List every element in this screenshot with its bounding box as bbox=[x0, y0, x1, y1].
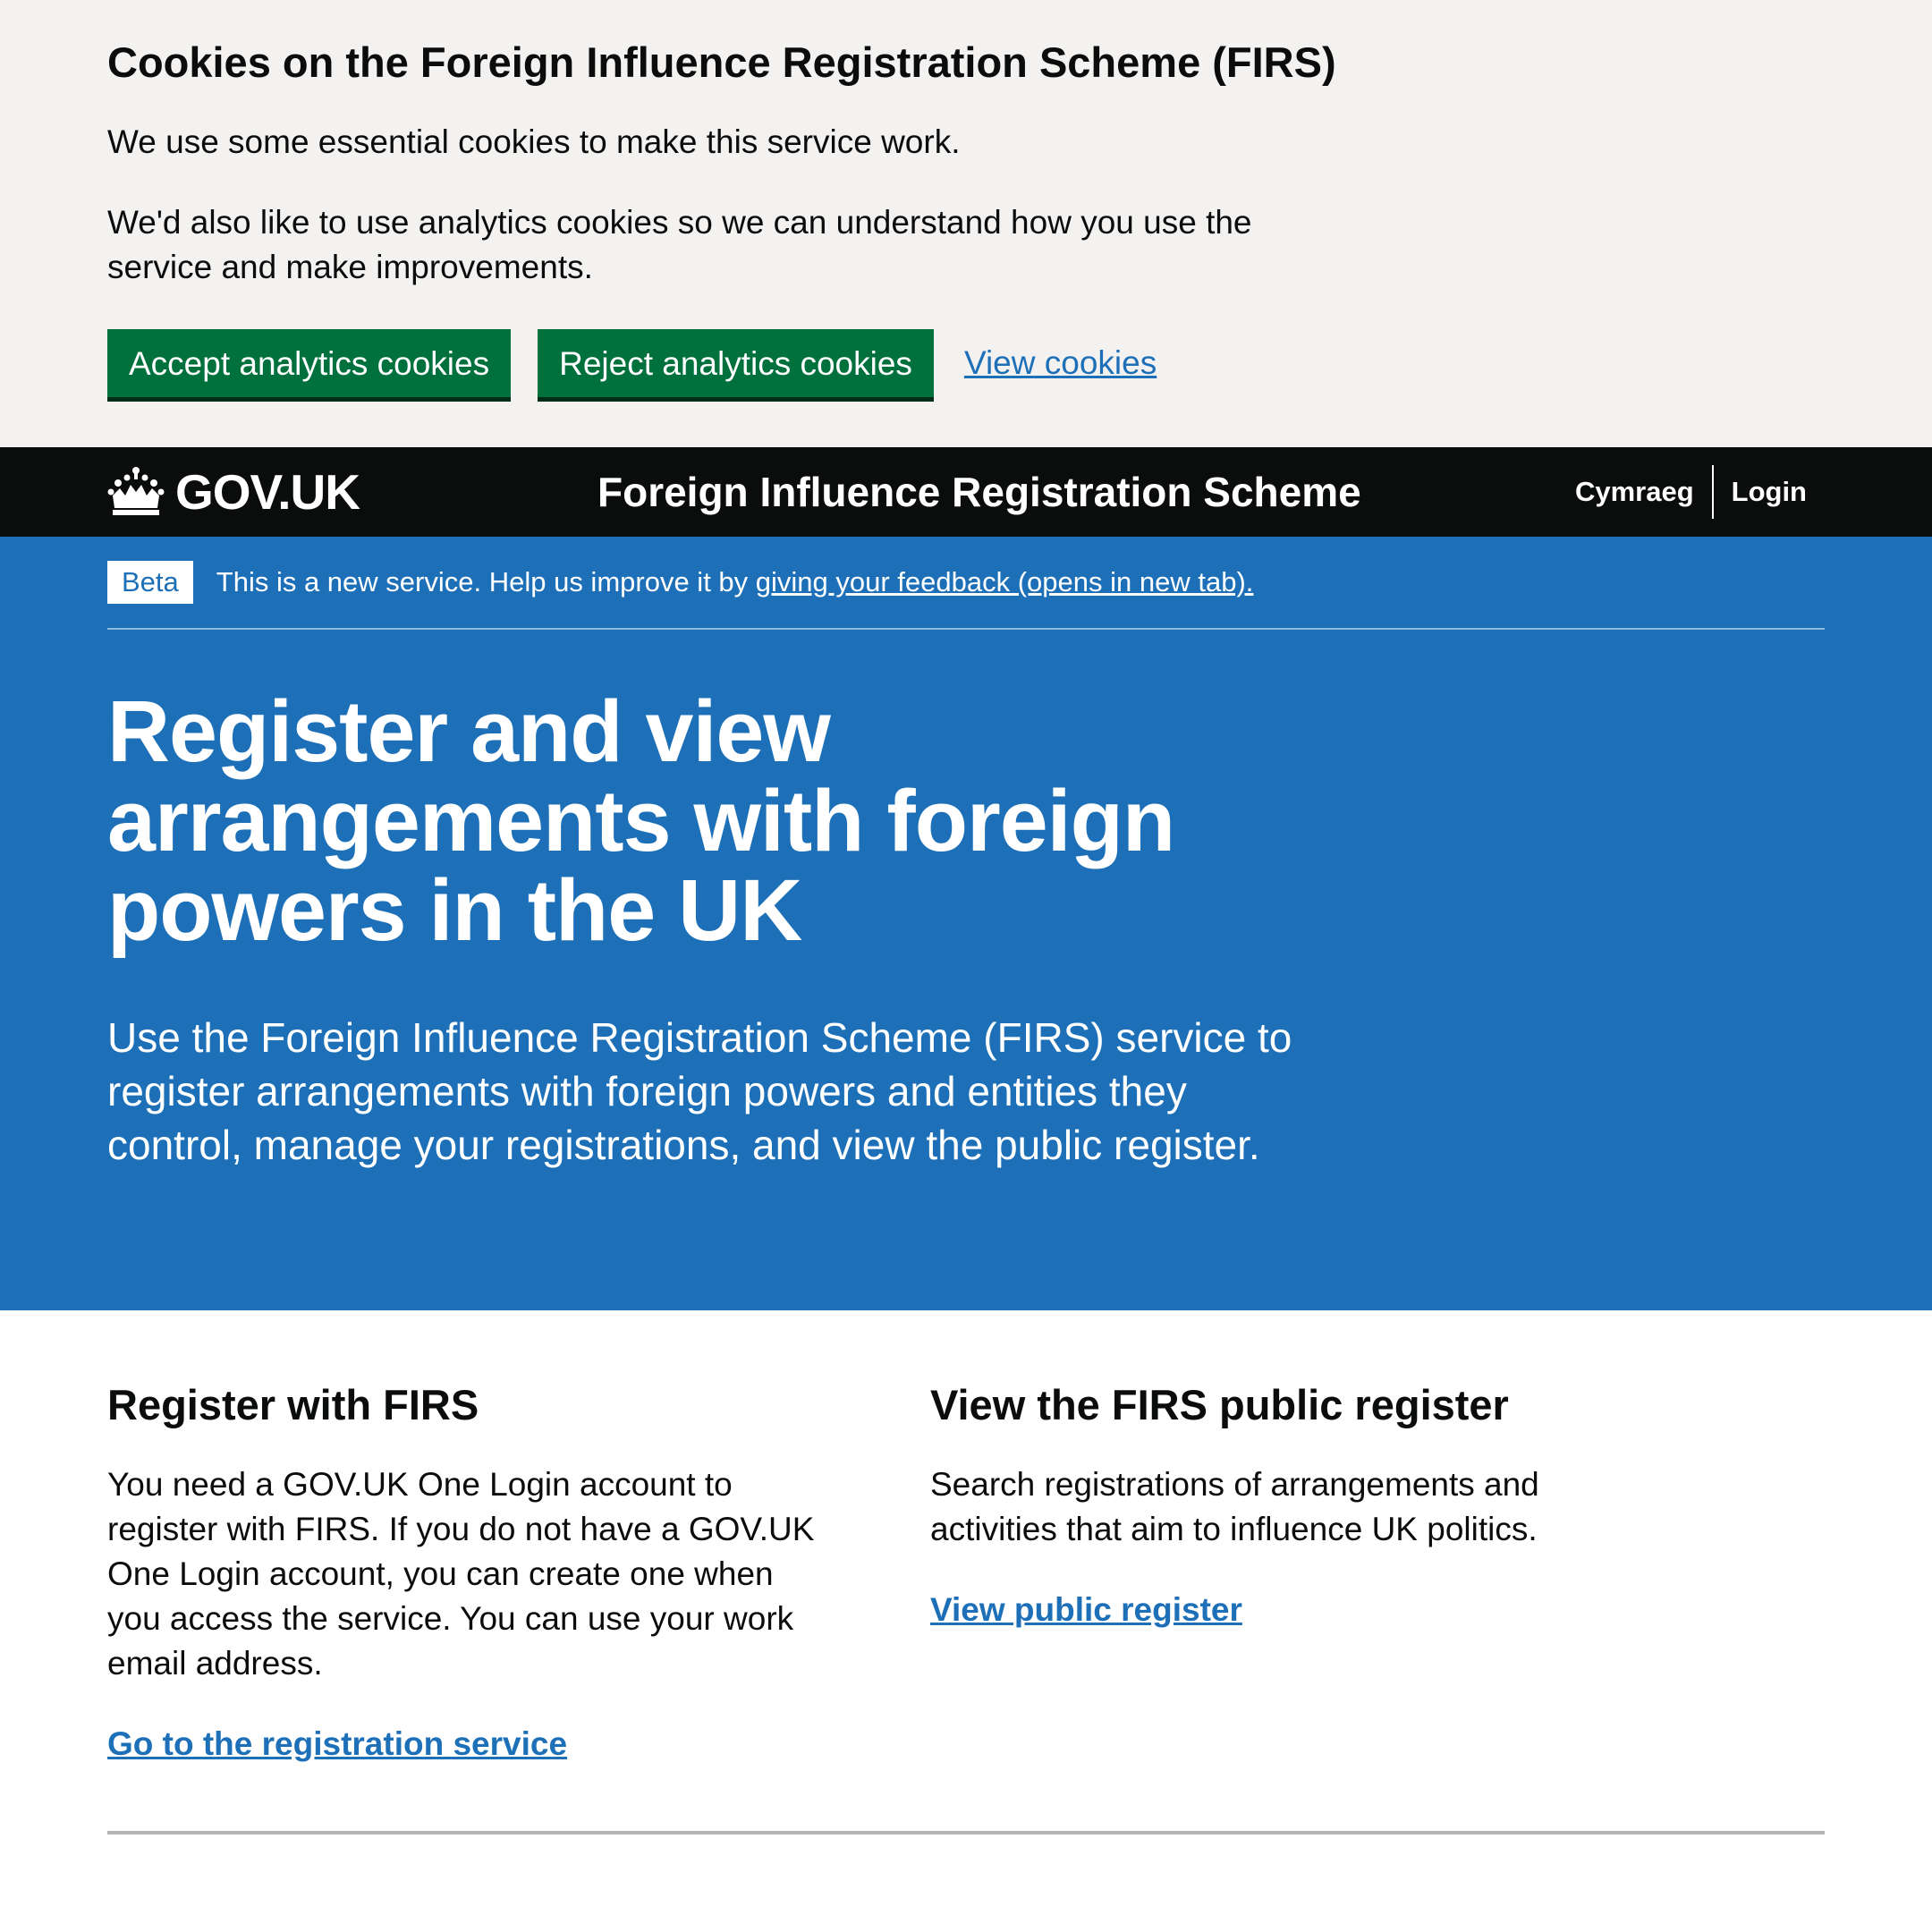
page-title: Register and view arrangements with fore… bbox=[107, 682, 1175, 959]
phase-banner-text: This is a new service. Help us improve i… bbox=[216, 566, 1254, 598]
cookie-banner-title: Cookies on the Foreign Influence Registr… bbox=[107, 38, 1336, 86]
go-to-registration-link[interactable]: Go to the registration service bbox=[107, 1725, 567, 1763]
feedback-link[interactable]: giving your feedback (opens in new tab). bbox=[756, 566, 1254, 597]
govuk-logo-link[interactable]: GOV.UK bbox=[107, 463, 360, 521]
register-body: You need a GOV.UK One Login account to r… bbox=[107, 1466, 815, 1682]
govuk-header: GOV.UK Foreign Influence Registration Sc… bbox=[0, 447, 1932, 537]
cookie-essential-text: We use some essential cookies to make th… bbox=[107, 123, 961, 160]
hero-section: Beta This is a new service. Help us impr… bbox=[0, 537, 1932, 1310]
register-column: Register with FIRS You need a GOV.UK One… bbox=[107, 1380, 930, 1763]
public-register-body: Search registrations of arrangements and… bbox=[930, 1466, 1539, 1547]
register-heading: Register with FIRS bbox=[107, 1381, 479, 1428]
service-name-link[interactable]: Foreign Influence Registration Scheme bbox=[597, 468, 1361, 516]
view-cookies-link[interactable]: View cookies bbox=[964, 344, 1157, 382]
govuk-logo-text: GOV.UK bbox=[175, 464, 360, 520]
beta-tag: Beta bbox=[107, 561, 193, 604]
header-nav: Cymraeg Login bbox=[1575, 465, 1807, 519]
view-public-register-link[interactable]: View public register bbox=[930, 1591, 1242, 1629]
phase-banner-message: This is a new service. Help us improve i… bbox=[216, 566, 756, 597]
main-content: Register with FIRS You need a GOV.UK One… bbox=[0, 1380, 1932, 1763]
language-toggle-link[interactable]: Cymraeg bbox=[1575, 476, 1694, 508]
public-register-column: View the FIRS public register Search reg… bbox=[930, 1380, 1646, 1763]
cookie-analytics-text: We'd also like to use analytics cookies … bbox=[107, 204, 1252, 285]
crown-icon bbox=[107, 467, 165, 515]
hero-lead-paragraph: Use the Foreign Influence Registration S… bbox=[107, 1014, 1292, 1168]
accept-analytics-cookies-button[interactable]: Accept analytics cookies bbox=[107, 329, 512, 397]
phase-banner: Beta This is a new service. Help us impr… bbox=[107, 537, 1825, 630]
cookie-banner: Cookies on the Foreign Influence Registr… bbox=[0, 0, 1932, 447]
nav-divider bbox=[1711, 465, 1714, 519]
public-register-heading: View the FIRS public register bbox=[930, 1381, 1509, 1428]
section-divider bbox=[107, 1831, 1825, 1835]
login-link[interactable]: Login bbox=[1732, 476, 1807, 508]
reject-analytics-cookies-button[interactable]: Reject analytics cookies bbox=[538, 329, 934, 397]
cookie-actions: Accept analytics cookies Reject analytic… bbox=[107, 329, 1825, 397]
